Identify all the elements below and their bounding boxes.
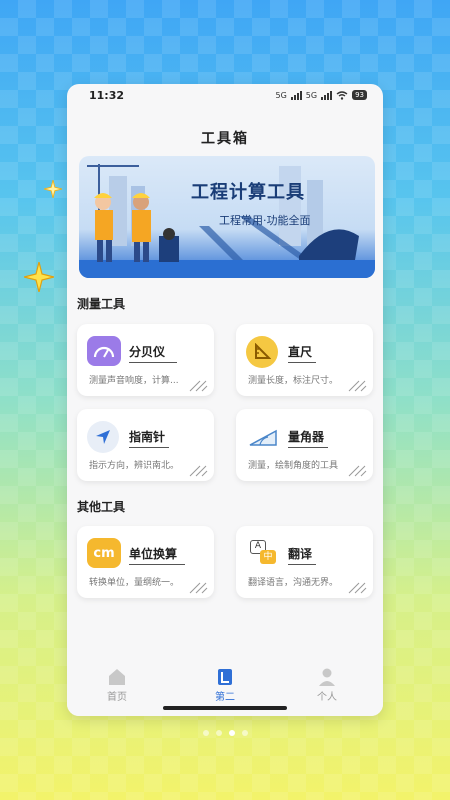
tools-icon [218,669,232,685]
home-icon [109,669,125,685]
carousel-dot[interactable] [215,730,222,736]
divider [129,362,177,363]
phone-screen: 11:32 5G 5G 93 工具箱 工程计算工具 工程常用·功能全面 测量工具… [67,84,383,716]
corner-stripes-icon [348,380,367,392]
corner-stripes-icon [189,380,208,392]
status-icons: 5G 5G 93 [275,90,367,100]
tool-name: 单位换算 [129,547,178,561]
tool-card-ruler[interactable]: 直尺 测量长度，标注尺寸。 [236,324,373,396]
tool-card-translate[interactable]: A 中 翻译 翻译语言，沟通无界。 [236,526,373,598]
tab-label: 首页 [107,692,127,703]
home-indicator [163,706,287,710]
wifi-icon [336,90,348,100]
ruler-icon [246,336,278,368]
sparkle-icon [43,179,63,201]
tab-profile[interactable]: 个人 [297,668,357,703]
carousel-dot-active[interactable] [228,730,235,736]
tool-name: 量角器 [288,430,325,444]
signal-icon [321,90,333,100]
status-time: 11:32 [89,89,125,102]
tool-card-compass[interactable]: 指南针 指示方向，辨识南北。 [77,409,214,481]
section-title-measure: 测量工具 [77,297,126,311]
signal-2-label: 5G [305,90,318,100]
tab-bar: 首页 第二 个人 [67,664,383,716]
sparkle-icon [23,261,55,295]
corner-stripes-icon [348,582,367,594]
divider [288,447,328,448]
signal-1-label: 5G [275,90,287,100]
tool-name: 指南针 [129,430,166,444]
divider [288,564,316,565]
cm-unit-icon: cm [87,538,121,568]
compass-arrow-icon [87,421,119,453]
page-title: 工具箱 [201,131,249,147]
tool-card-decibel[interactable]: 分贝仪 测量声音响度，计算... [77,324,214,396]
decibel-gauge-icon [87,336,121,366]
divider [129,564,185,565]
tool-name: 翻译 [288,547,313,561]
protractor-icon [246,421,280,451]
banner[interactable]: 工程计算工具 工程常用·功能全面 [79,156,375,278]
battery-icon: 93 [352,90,367,100]
tool-card-unit-conversion[interactable]: cm 单位换算 转换单位，量纲统一。 [77,526,214,598]
carousel-dots [0,730,450,736]
divider [129,447,169,448]
tab-label: 第二 [215,692,235,703]
section-title-other: 其他工具 [77,500,126,514]
corner-stripes-icon [189,582,208,594]
tab-label: 个人 [317,692,337,703]
tool-card-protractor[interactable]: 量角器 测量，绘制角度的工具 [236,409,373,481]
carousel-dot[interactable] [202,730,209,736]
translate-icon: A 中 [246,538,280,568]
cm-unit-icon-text: cm [93,545,115,561]
tool-name: 分贝仪 [129,345,166,359]
tab-second[interactable]: 第二 [195,668,255,703]
banner-subtitle: 工程常用·功能全面 [219,214,311,227]
signal-icon [290,90,302,100]
corner-stripes-icon [189,465,208,477]
status-bar: 11:32 5G 5G 93 [67,84,383,110]
banner-title: 工程计算工具 [191,182,305,203]
translate-icon-zh: 中 [260,550,276,564]
tool-name: 直尺 [288,345,313,359]
carousel-dot[interactable] [241,730,248,736]
person-icon [319,668,335,686]
divider [288,362,316,363]
tab-home[interactable]: 首页 [87,668,147,703]
corner-stripes-icon [348,465,367,477]
